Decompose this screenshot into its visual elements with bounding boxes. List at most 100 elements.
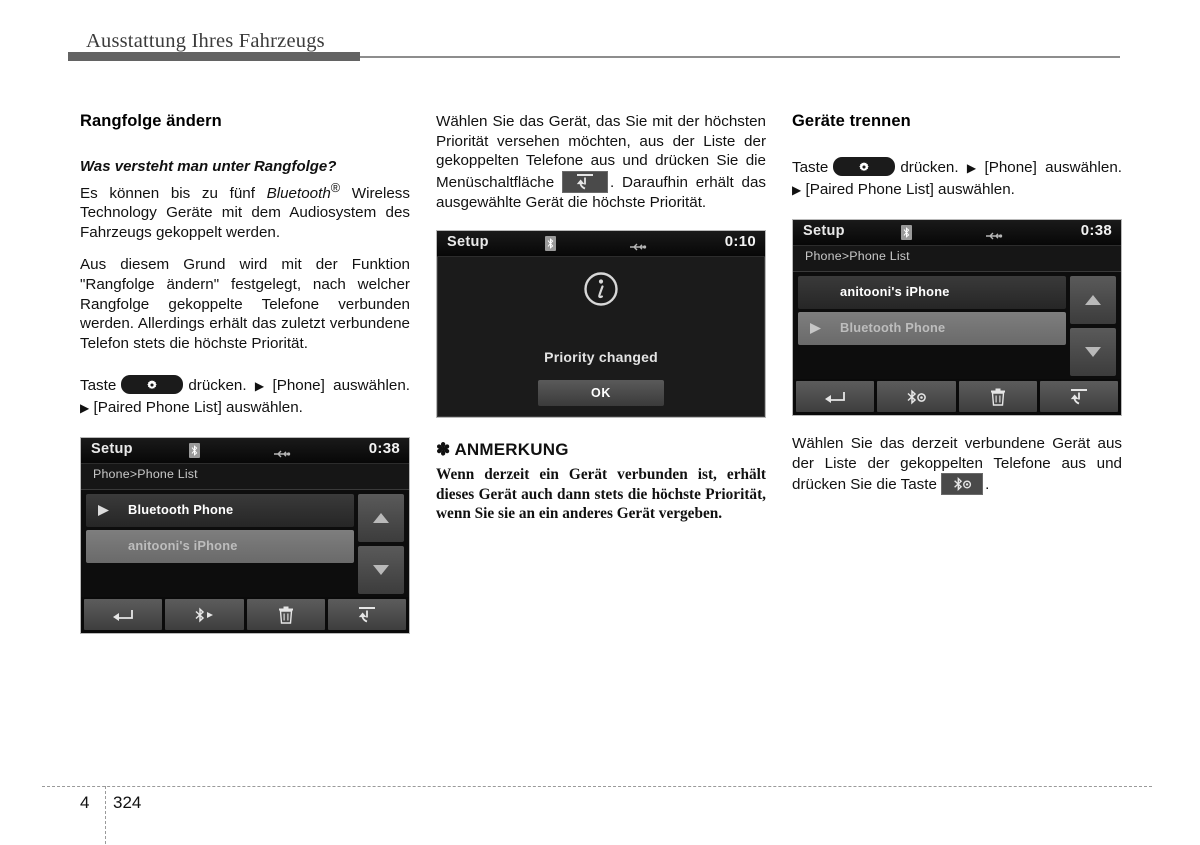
gear-icon [859,161,870,171]
scroll-up-icon [373,513,389,524]
usb-icon [985,228,1003,246]
head-unit-top-bar: Setup 0:38 [793,220,1121,246]
connect-button[interactable] [165,599,244,631]
delete-button[interactable] [958,381,1037,412]
list-item-label: Bluetooth Phone [128,502,234,518]
head-unit-clock: 0:38 [1080,222,1112,239]
set-priority-button[interactable] [327,599,406,631]
disconnect-button[interactable] [877,381,956,412]
trash-icon [278,606,293,624]
taste-label: Taste [792,159,829,176]
druecken-label: drücken. [188,377,247,395]
footer-chapter-number: 4 [80,793,90,812]
scroll-down-icon [373,565,389,576]
menu-phone-label: [Phone] [984,159,1037,176]
screen-button-bar [793,379,1121,415]
delete-button[interactable] [246,599,325,631]
head-unit-title: Setup [91,441,133,458]
menu-paired-phone-list-label: [Paired Phone List] [805,181,934,198]
scrollbar[interactable] [358,494,404,595]
list-item[interactable]: anitooni's iPhone [86,530,354,564]
list-item-label: Bluetooth Phone [840,320,946,335]
auswaehlen-label-1: auswählen. [1045,159,1122,176]
play-triangle-icon [98,505,109,517]
back-button[interactable] [796,381,875,412]
note-body: Wenn derzeit ein Gerät verbunden ist, er… [436,466,766,523]
play-triangle-icon [810,323,821,334]
footer-page-number: 324 [113,793,142,812]
list-item-label: anitooni's iPhone [128,538,238,554]
scroll-up-button[interactable] [358,494,404,543]
bluetooth-glyph [903,227,910,238]
head-unit-title: Setup [447,234,489,251]
set-priority-button[interactable] [1039,381,1118,412]
head-unit-clock: 0:10 [724,233,756,251]
para-right-b: . [985,476,990,494]
dialog-ok-button[interactable]: OK [538,380,664,407]
head-unit-title: Setup [803,223,845,239]
set-priority-icon [358,606,375,623]
bluetooth-disconnect-icon [954,477,972,492]
paragraph-definition: Was versteht man unter Rangfolge? Es kön… [80,157,410,242]
scroll-up-button[interactable] [1070,276,1116,324]
footer-vertical-rule [105,786,106,844]
scroll-down-button[interactable] [358,546,404,595]
arrow-separator-icon-2: ▶ [792,183,802,197]
breadcrumb: Phone>Phone List [81,464,409,491]
bluetooth-wordmark: Bluetooth [266,184,331,202]
key-sequence-right: Taste drücken. ▶ [Phone] auswählen. ▶ [Pa… [792,157,1122,201]
menu-paired-phone-list-label: [Paired Phone List] [93,399,222,417]
column-left: Rangfolge ändern Was versteht man unter … [80,112,410,635]
usb-icon [273,446,291,464]
back-arrow-icon [113,609,134,621]
paragraph-select-device: Wählen Sie das Gerät, das Sie mit der hö… [436,112,766,212]
back-button[interactable] [84,599,163,631]
disconnect-inline-button[interactable] [941,473,984,496]
breadcrumb: Phone>Phone List [793,246,1121,272]
trash-icon [990,388,1005,406]
screenshot-priority-changed-dialog: Setup 0:10 Priority changed OK [436,230,766,419]
para1-part-a: Es können bis zu fünf [80,184,267,202]
gear-icon [147,380,158,389]
manual-page: Ausstattung Ihres Fahrzeugs Rangfolge än… [0,0,1200,845]
arrow-separator-icon: ▶ [254,379,265,394]
column-middle: Wählen Sie das Gerät, das Sie mit der hö… [436,112,766,524]
list-item[interactable]: anitooni's iPhone [798,276,1066,309]
usb-glyph [274,450,291,458]
setup-hardkey-button[interactable] [833,157,896,176]
key-sequence-left: Taste drücken. ▶ [Phone] auswählen. ▶ [Pa… [80,375,410,419]
list-item[interactable]: Bluetooth Phone [798,312,1066,345]
druecken-label: drücken. [900,159,959,176]
bluetooth-connect-icon [195,607,214,623]
set-priority-inline-button[interactable] [562,170,609,193]
scroll-down-button[interactable] [1070,328,1116,376]
arrow-separator-icon: ▶ [966,161,977,175]
bluetooth-icon [901,225,912,240]
header-rule-thick [68,52,360,61]
screenshot-phone-list-right: Setup 0:38 Phone>Phone List anitooni's i… [792,219,1122,416]
question-line: Was versteht man unter Rangfolge? [80,158,337,175]
bluetooth-icon [545,236,556,252]
arrow-separator-icon-2: ▶ [80,401,90,416]
bluetooth-disconnect-icon [907,388,927,405]
menu-phone-label: [Phone] [272,377,325,395]
taste-label: Taste [80,377,117,395]
set-priority-icon [1070,388,1087,404]
screenshot-phone-list-left: Setup 0:38 Phone>Phone List Bluetooth Ph… [80,437,410,635]
screen-button-bar [81,597,409,634]
usb-glyph [630,243,647,251]
list-item[interactable]: Bluetooth Phone [86,494,354,528]
dialog-message: Priority changed [544,349,658,366]
scrollbar[interactable] [1070,276,1116,376]
usb-icon [629,239,647,257]
note-heading: ✽ ANMERKUNG [436,440,766,460]
setup-hardkey-button[interactable] [121,375,184,395]
device-list: anitooni's iPhone Bluetooth Phone [793,272,1121,379]
dialog-body: Priority changed OK [437,257,765,418]
column-right: Geräte trennen Taste drücken. ▶ [Phone] a… [792,112,1122,496]
info-icon [584,272,618,307]
running-header-title: Ausstattung Ihres Fahrzeugs [86,30,325,52]
note-heading-label: ANMERKUNG [454,440,569,460]
section-heading-geraete-trennen: Geräte trennen [792,112,911,130]
bluetooth-glyph [547,238,554,250]
